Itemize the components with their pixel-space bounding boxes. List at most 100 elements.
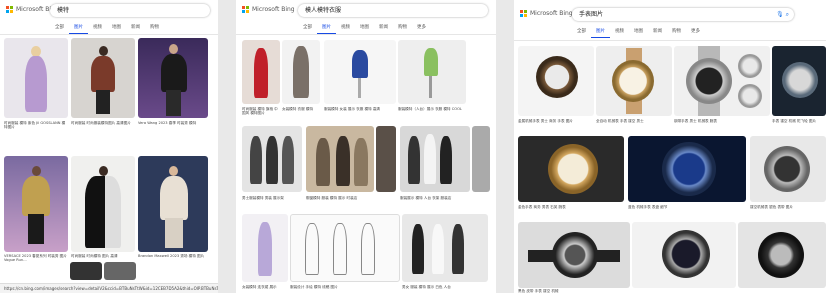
image-caption[interactable]: 男女 服装 模特 展示 白色 人台: [402, 285, 488, 291]
bing-window-right: Microsoft Bing 手表图片 🎙 ⌕ 全部 图片 视频 地图 新闻 购…: [514, 0, 826, 293]
watch-icon: [758, 232, 804, 278]
image-result[interactable]: [242, 40, 280, 104]
image-caption[interactable]: 金属机械手表 男士 商务 手表 图片: [518, 119, 594, 133]
gold-jacket: [22, 176, 50, 216]
image-result[interactable]: [282, 40, 320, 104]
image-result[interactable]: [518, 46, 594, 116]
search-input[interactable]: 模特: [50, 4, 210, 17]
image-caption[interactable]: 橱窗模特 服装 模特 展示 时装店: [306, 196, 396, 210]
image-result[interactable]: [290, 214, 400, 282]
tab-maps[interactable]: 地图: [355, 23, 374, 33]
tab-news[interactable]: 新闻: [648, 27, 667, 37]
search-icon[interactable]: ⌕: [786, 11, 789, 18]
image-caption[interactable]: 黑色 皮带 手表 镂空 机械: [518, 289, 630, 293]
image-result[interactable]: [138, 38, 208, 118]
image-result[interactable]: [70, 262, 102, 280]
image-caption[interactable]: 女装模特 衣服 模特: [282, 107, 320, 121]
mannequin: [412, 224, 424, 274]
image-result[interactable]: [4, 156, 68, 252]
image-result[interactable]: [4, 38, 68, 118]
image-result[interactable]: [518, 222, 630, 288]
tab-more[interactable]: 更多: [686, 27, 705, 37]
tab-videos[interactable]: 视频: [88, 23, 107, 33]
tab-maps[interactable]: 地图: [107, 23, 126, 33]
image-caption[interactable]: 男士服装模特 男装 展示架: [242, 196, 302, 210]
tab-images[interactable]: 图片: [317, 23, 336, 34]
tab-all[interactable]: 全部: [572, 27, 591, 37]
image-caption[interactable]: 蓝色 机械手表 表盘 细节: [628, 205, 746, 217]
image-result[interactable]: [71, 156, 135, 252]
image-caption[interactable]: 女装模特 连衣裙 展示: [242, 285, 288, 291]
image-caption[interactable]: 时尚服装 模特 紫色 Jil GOSSLANN 模特图片: [4, 121, 68, 139]
mannequin: [282, 136, 294, 184]
tab-more[interactable]: 更多: [412, 23, 431, 33]
image-result[interactable]: [71, 38, 135, 118]
image-result[interactable]: [596, 46, 672, 116]
microsoft-logo-icon: [520, 10, 527, 17]
bing-logo[interactable]: Microsoft Bing: [520, 10, 573, 17]
tab-all[interactable]: 全部: [50, 23, 69, 33]
microsoft-logo-icon: [6, 6, 13, 13]
brand-label: Microsoft Bing: [530, 10, 573, 17]
image-caption[interactable]: 服装设计 手绘 模特 线稿 图片: [290, 285, 400, 291]
image-caption[interactable]: 服装模特（人台）展示 衣服 模特 COOL: [398, 107, 466, 121]
image-caption[interactable]: 金色手表 商务 男表 石英 腕表: [518, 205, 624, 217]
image-caption[interactable]: VERSACE 2023 春夏系列 时装秀 图片 Vogue Run...: [4, 254, 68, 266]
image-caption[interactable]: 钢带手表 男士 机械表 腕表: [674, 119, 770, 133]
tab-shopping[interactable]: 购物: [667, 27, 686, 37]
image-result[interactable]: [632, 222, 736, 288]
bing-logo[interactable]: Microsoft Bing: [242, 6, 295, 13]
tab-news[interactable]: 新闻: [374, 23, 393, 33]
search-input[interactable]: 模人模特衣服: [298, 4, 488, 17]
image-caption[interactable]: Brandon Maxwell 2023 秀场 模特 图片: [138, 254, 208, 266]
tab-shopping[interactable]: 购物: [145, 23, 164, 33]
image-result[interactable]: [138, 156, 208, 252]
image-result[interactable]: [376, 126, 396, 192]
image-caption[interactable]: 时尚服装 时尚服装模特图片 高清图片: [71, 121, 135, 139]
image-caption[interactable]: 镂空机械表 银色 表带 图片: [750, 205, 826, 217]
tab-bar: 全部 图片 视频 地图 新闻 购物 更多: [572, 27, 705, 38]
tab-images[interactable]: 图片: [591, 27, 610, 38]
microsoft-logo-icon: [242, 6, 249, 13]
image-caption[interactable]: 服装模特 女装 展示 衣服 模特 高清: [324, 107, 396, 121]
image-result[interactable]: [518, 136, 624, 202]
tab-all[interactable]: 全部: [298, 23, 317, 33]
image-result[interactable]: [400, 126, 470, 192]
image-result[interactable]: [772, 46, 826, 116]
image-caption[interactable]: 手表 镂空 机械 陀飞轮 图片: [772, 119, 826, 133]
image-result[interactable]: [628, 136, 746, 202]
lavender-dress: [258, 222, 272, 276]
tab-news[interactable]: 新闻: [126, 23, 145, 33]
tab-images[interactable]: 图片: [69, 23, 88, 34]
image-result[interactable]: [104, 262, 136, 280]
image-caption[interactable]: 服装展示 模特 人台 衣架 服装店: [400, 196, 490, 210]
image-result[interactable]: [242, 126, 302, 192]
tab-shopping[interactable]: 购物: [393, 23, 412, 33]
mannequin: [354, 138, 368, 186]
search-input[interactable]: 手表图片 🎙 ⌕: [572, 8, 794, 21]
image-result[interactable]: [242, 214, 288, 282]
image-result[interactable]: [472, 126, 490, 192]
tab-maps[interactable]: 地图: [629, 27, 648, 37]
watch-icon: [738, 84, 762, 108]
mannequin: [250, 136, 262, 184]
watch-icon: [764, 146, 810, 192]
image-result[interactable]: [738, 222, 826, 288]
watch-icon: [536, 56, 578, 98]
tab-videos[interactable]: 视频: [336, 23, 355, 33]
image-result[interactable]: [674, 46, 770, 116]
image-result[interactable]: [750, 136, 826, 202]
image-result[interactable]: [398, 40, 466, 104]
watch-icon: [548, 144, 598, 194]
image-result[interactable]: [306, 126, 374, 192]
watch-icon: [782, 62, 818, 98]
mannequin: [266, 136, 278, 184]
microphone-icon[interactable]: 🎙: [776, 11, 784, 18]
image-caption[interactable]: Vera Wang 2023 春季 时装秀 模特: [138, 121, 208, 139]
image-caption[interactable]: 时尚服装 模特 旗袍 中国风 模特图片: [242, 107, 280, 121]
image-result[interactable]: [324, 40, 396, 104]
image-caption[interactable]: 全自动 机械表 手表 镂空 男士: [596, 119, 672, 133]
tab-videos[interactable]: 视频: [610, 27, 629, 37]
black-leather-jacket: [161, 54, 187, 92]
image-result[interactable]: [402, 214, 488, 282]
